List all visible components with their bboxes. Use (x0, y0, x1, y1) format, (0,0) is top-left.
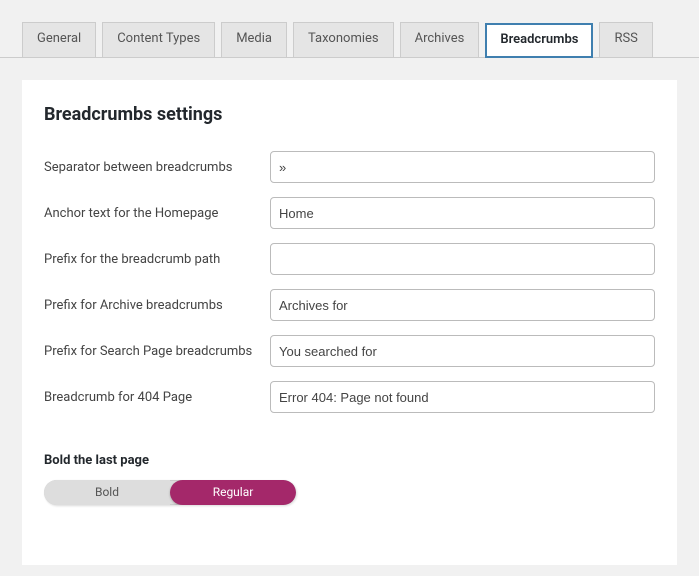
tab-content-types[interactable]: Content Types (102, 22, 215, 57)
row-prefix-path: Prefix for the breadcrumb path (44, 243, 655, 275)
section-title: Breadcrumbs settings (44, 104, 655, 125)
label-prefix-search: Prefix for Search Page breadcrumbs (44, 335, 270, 361)
row-prefix-archive: Prefix for Archive breadcrumbs (44, 289, 655, 321)
input-prefix-path[interactable] (270, 243, 655, 275)
row-prefix-search: Prefix for Search Page breadcrumbs (44, 335, 655, 367)
input-prefix-archive[interactable] (270, 289, 655, 321)
tab-breadcrumbs[interactable]: Breadcrumbs (485, 23, 593, 58)
tab-general[interactable]: General (22, 22, 96, 57)
input-bc-404[interactable] (270, 381, 655, 413)
label-prefix-archive: Prefix for Archive breadcrumbs (44, 289, 270, 315)
input-anchor-home[interactable] (270, 197, 655, 229)
label-anchor-home: Anchor text for the Homepage (44, 197, 270, 223)
tab-rss[interactable]: RSS (599, 22, 652, 57)
label-prefix-path: Prefix for the breadcrumb path (44, 243, 270, 269)
label-bc-404: Breadcrumb for 404 Page (44, 381, 270, 407)
bold-last-heading: Bold the last page (44, 453, 655, 468)
input-prefix-search[interactable] (270, 335, 655, 367)
toggle-regular[interactable]: Regular (170, 480, 296, 505)
settings-panel: Breadcrumbs settings Separator between b… (22, 80, 677, 565)
tab-taxonomies[interactable]: Taxonomies (293, 22, 394, 57)
toggle-bold[interactable]: Bold (44, 480, 170, 505)
row-bc-404: Breadcrumb for 404 Page (44, 381, 655, 413)
row-separator: Separator between breadcrumbs (44, 151, 655, 183)
tab-archives[interactable]: Archives (400, 22, 480, 57)
bold-last-toggle: Bold Regular (44, 480, 296, 505)
input-separator[interactable] (270, 151, 655, 183)
tabs-row: General Content Types Media Taxonomies A… (0, 0, 699, 58)
row-anchor-home: Anchor text for the Homepage (44, 197, 655, 229)
label-separator: Separator between breadcrumbs (44, 151, 270, 177)
tab-media[interactable]: Media (221, 22, 287, 57)
